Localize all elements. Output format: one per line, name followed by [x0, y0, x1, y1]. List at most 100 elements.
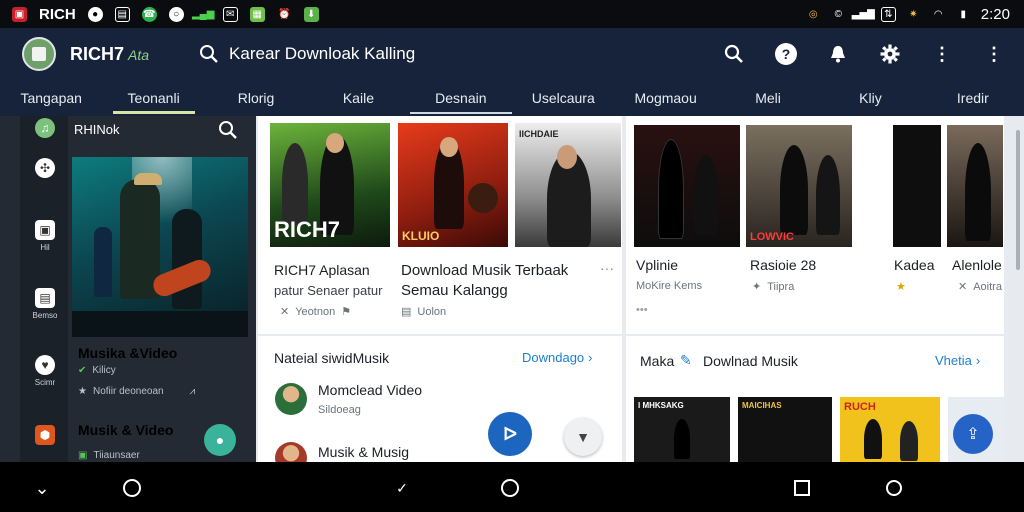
- sidebar-item2-line-text: Tiiaunsaer: [93, 450, 140, 461]
- check-icon: ✔: [78, 365, 87, 376]
- square-icon: [794, 480, 810, 496]
- card2-item-meta-4: ✕ Aoitra: [958, 280, 1002, 294]
- signal-icon: ▂▄▆: [191, 8, 215, 20]
- tab-5[interactable]: Uselcaura: [512, 80, 614, 116]
- nav-recents-button[interactable]: [790, 476, 814, 500]
- row-sub-1: Sildoeag: [318, 404, 361, 416]
- search-bar[interactable]: Karear Downloak Kalling: [199, 44, 619, 64]
- nav-home-button-2[interactable]: [498, 476, 522, 500]
- rail-item-store[interactable]: ⬢: [34, 425, 56, 445]
- chart-icon: ⩘: [189, 386, 196, 397]
- card1-title-b[interactable]: Download Musik Terbaak: [401, 262, 568, 279]
- rail-item-library[interactable]: ▣ Hil: [34, 220, 56, 252]
- tab-6[interactable]: Mogmaou: [614, 80, 716, 116]
- app-title-main: RICH7: [70, 43, 125, 64]
- nav-assistant-button[interactable]: [882, 476, 906, 500]
- gallery-icon: ▤: [114, 6, 130, 22]
- chevron-down-icon: ⌄: [34, 477, 50, 498]
- thumb-bottom-1[interactable]: I MHKSAKG: [634, 397, 730, 462]
- app-title-sub: Ata: [128, 46, 150, 63]
- tab-7[interactable]: Meli: [717, 80, 819, 116]
- settings-button[interactable]: [878, 42, 902, 66]
- rail-label-1: Hil: [40, 243, 50, 252]
- rail-label-3: Scimr: [34, 378, 56, 387]
- sidebar-hero-title[interactable]: Musika &Video: [78, 345, 177, 361]
- notification-icon: ●: [87, 6, 103, 22]
- overflow-menu-button-2[interactable]: ⋮: [982, 42, 1006, 66]
- sidebar-hero-line1: ✔ Kilicy: [78, 365, 116, 376]
- card1-meta-b-text: Uolon: [417, 305, 447, 318]
- search-icon: [219, 121, 237, 139]
- thumb-iichdaie[interactable]: IICHDAIE: [515, 123, 621, 247]
- nav-check-button[interactable]: ✓: [390, 476, 414, 500]
- bookmark-icon: ▼: [576, 429, 590, 445]
- save-button[interactable]: ▼: [564, 418, 602, 456]
- card1-more-button[interactable]: ···: [600, 260, 614, 276]
- rail-item-downloads[interactable]: ▤ Bemso: [33, 288, 57, 320]
- tab-9[interactable]: Iredir: [922, 80, 1024, 116]
- sidebar-hero-line1-text: Kilicy: [92, 365, 116, 376]
- compass-icon: ✣: [35, 158, 55, 178]
- battery-icon: ▮: [960, 8, 967, 20]
- card1-title-a[interactable]: RICH7 Aplasan: [274, 262, 370, 278]
- card2-item-title-2[interactable]: Rasioie 28: [750, 257, 816, 273]
- share-button[interactable]: ⇪: [953, 414, 993, 454]
- nav-home-button[interactable]: [120, 476, 144, 500]
- tab-3[interactable]: Kaile: [307, 80, 409, 116]
- play-button[interactable]: ᐅ: [488, 412, 532, 456]
- search-button[interactable]: [722, 42, 746, 66]
- overflow-menu-button[interactable]: ⋮: [930, 42, 954, 66]
- nav-down-button[interactable]: ⌄: [30, 476, 54, 500]
- card2-item-title-3[interactable]: Kadea: [894, 257, 934, 273]
- status-bar: ▣ RICH ● ▤ ☎ ○ ▂▄▆ ✉ ▦ ⏰ ⬇ ◎ © ▃▅▇ ⇅ ✷ ◠…: [0, 0, 1024, 28]
- tag-icon: ✕: [958, 281, 968, 293]
- sidebar-hero-image[interactable]: [72, 157, 248, 337]
- card1-meta-b: ▤ Uolon: [401, 305, 447, 319]
- section-left-link[interactable]: Downdago ›: [522, 350, 593, 365]
- thumb-rich7[interactable]: RICH7: [270, 123, 390, 247]
- play-icon: ᐅ: [503, 423, 517, 444]
- sidebar-hero-line2-text: Nofiir deoneoan: [92, 386, 164, 397]
- thumb-caption-3: IICHDAIE: [519, 129, 559, 139]
- copyright-icon: ©: [834, 8, 842, 20]
- thumb-right-1[interactable]: [634, 125, 740, 247]
- tab-8[interactable]: Kliy: [819, 80, 921, 116]
- app-logo[interactable]: [22, 37, 56, 71]
- chevron-right-icon: ›: [975, 353, 981, 368]
- rail-item-favorites[interactable]: ♥ Scimr: [34, 355, 56, 387]
- row-title-1[interactable]: Momclead Video: [318, 382, 422, 398]
- sidebar-search-button[interactable]: [218, 120, 238, 145]
- thumb-right-2[interactable]: LOWVIC: [746, 125, 852, 247]
- help-button[interactable]: ?: [774, 42, 798, 66]
- system-nav-bar: ⌄ ✓: [0, 462, 1024, 512]
- card2-item-title-4[interactable]: Alenlole: [952, 257, 1002, 273]
- thumb-kluio[interactable]: KLUIO: [398, 123, 508, 247]
- search-query: Karear Downloak Kalling: [229, 44, 416, 63]
- tab-1[interactable]: Teonanli: [102, 80, 204, 116]
- app-bar: RICH7 Ata Karear Downloak Kalling ? ⋮ ⋮: [0, 28, 1024, 80]
- thumb-right-4[interactable]: [947, 125, 1003, 247]
- section-right-link[interactable]: Vhetia ›: [935, 353, 980, 368]
- tab-0[interactable]: Tangapan: [0, 80, 102, 116]
- search-icon: [200, 45, 218, 63]
- rail-item-home[interactable]: ♫: [34, 118, 56, 138]
- sidebar-hero-line2: ★ Nofiir deoneoan ⩘: [78, 386, 195, 397]
- thumb-bottom-2[interactable]: MAICIHAS: [738, 397, 832, 462]
- sidebar-item2-title[interactable]: Musik & Video: [78, 422, 173, 438]
- thumb-caption-2: KLUIO: [402, 229, 440, 243]
- thumb-right-3[interactable]: [893, 125, 941, 247]
- section-right-title-a: Maka: [640, 353, 675, 369]
- tab-4[interactable]: Desnain: [409, 80, 513, 116]
- tab-2[interactable]: Rlorig: [205, 80, 307, 116]
- card1-sub-b: Semau Kalangg: [401, 282, 508, 299]
- image-icon: ▣: [35, 220, 55, 240]
- card2-item-title-1[interactable]: Vplinie: [636, 257, 678, 273]
- sidebar-item2-line: ▣ Tiiaunsaer: [78, 450, 140, 461]
- rail-item-discover[interactable]: ✣: [34, 158, 56, 178]
- chat-button[interactable]: ●: [204, 424, 236, 456]
- scrollbar[interactable]: [1016, 130, 1020, 270]
- thumb-caption-1: RICH7: [274, 217, 341, 242]
- notifications-button[interactable]: [826, 42, 850, 66]
- thumb-bottom-3[interactable]: RUCH: [840, 397, 940, 462]
- row-title-2[interactable]: Musik & Musig: [318, 444, 409, 460]
